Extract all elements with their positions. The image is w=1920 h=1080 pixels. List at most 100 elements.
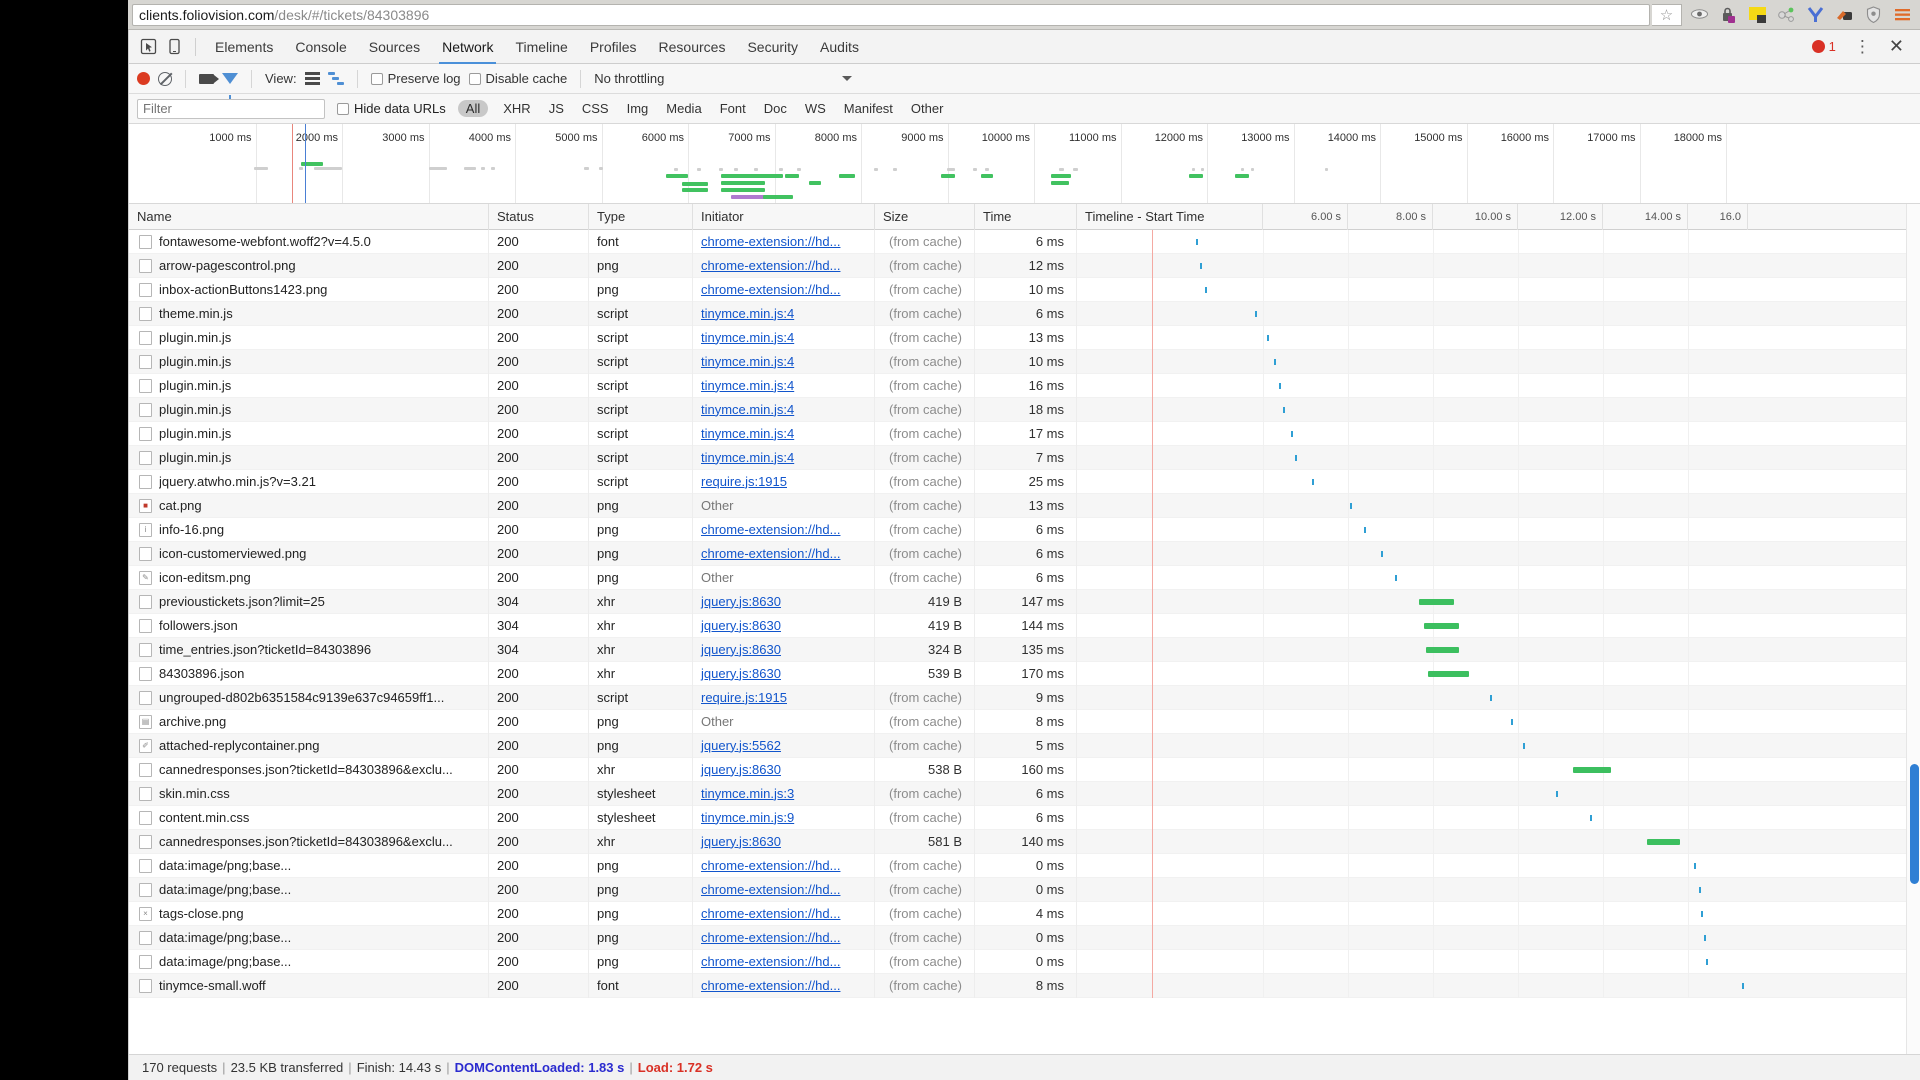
eye-extension-icon[interactable] xyxy=(1690,5,1709,24)
initiator-link[interactable]: chrome-extension://hd... xyxy=(701,546,840,561)
bookmark-star-icon[interactable]: ☆ xyxy=(1652,3,1682,26)
initiator-link[interactable]: jquery.js:8630 xyxy=(701,666,781,681)
cell-name[interactable]: tinymce-small.woff xyxy=(129,973,489,998)
cell-initiator[interactable]: jquery.js:8630 xyxy=(693,661,875,686)
table-row[interactable]: content.min.css 200 stylesheet tinymce.min.… xyxy=(129,805,1920,830)
cell-initiator[interactable]: Other xyxy=(693,493,875,518)
cell-name[interactable]: ✎ icon-editsm.png xyxy=(129,565,489,590)
disable-cache-checkbox[interactable]: Disable cache xyxy=(468,71,567,86)
table-row[interactable]: fontawesome-webfont.woff2?v=4.5.0 200 font… xyxy=(129,230,1920,254)
cell-initiator[interactable]: chrome-extension://hd... xyxy=(693,277,875,302)
filter-type-css[interactable]: CSS xyxy=(579,100,612,117)
table-row[interactable]: previoustickets.json?limit=25 304 xhr jquer… xyxy=(129,589,1920,614)
column-header-timeline[interactable]: Timeline - Start Time xyxy=(1077,203,1263,230)
tab-console[interactable]: Console xyxy=(284,30,357,64)
cell-initiator[interactable]: chrome-extension://hd... xyxy=(693,253,875,278)
cell-name[interactable]: previoustickets.json?limit=25 xyxy=(129,589,489,614)
initiator-link[interactable]: chrome-extension://hd... xyxy=(701,234,840,249)
inspect-element-icon[interactable] xyxy=(135,35,161,59)
camera-icon[interactable] xyxy=(199,73,219,84)
table-row[interactable]: data:image/png;base... 200 png chrome-exten… xyxy=(129,925,1920,950)
clear-icon[interactable] xyxy=(158,71,172,86)
cell-name[interactable]: ▤ archive.png xyxy=(129,709,489,734)
filter-type-other[interactable]: Other xyxy=(908,100,947,117)
table-row[interactable]: cannedresponses.json?ticketId=84303896&e… xyxy=(129,757,1920,782)
cell-name[interactable]: × tags-close.png xyxy=(129,901,489,926)
initiator-link[interactable]: chrome-extension://hd... xyxy=(701,858,840,873)
initiator-link[interactable]: tinymce.min.js:4 xyxy=(701,378,794,393)
table-row[interactable]: jquery.atwho.min.js?v=3.21 200 script requi… xyxy=(129,469,1920,494)
waterfall-view-icon[interactable] xyxy=(327,72,344,85)
toggle-device-toolbar-icon[interactable] xyxy=(161,35,187,59)
initiator-link[interactable]: chrome-extension://hd... xyxy=(701,882,840,897)
cell-name[interactable]: ■ cat.png xyxy=(129,493,489,518)
cell-name[interactable]: arrow-pagescontrol.png xyxy=(129,253,489,278)
vertical-scrollbar[interactable] xyxy=(1906,204,1920,1054)
cell-name[interactable]: content.min.css xyxy=(129,805,489,830)
address-bar[interactable]: clients.foliovision.com/desk/#/tickets/8… xyxy=(132,3,1650,26)
chevron-down-icon[interactable] xyxy=(842,76,852,81)
table-row[interactable]: theme.min.js 200 script tinymce.min.js:4 (fr… xyxy=(129,301,1920,326)
cell-name[interactable]: plugin.min.js xyxy=(129,397,489,422)
close-icon[interactable]: ✕ xyxy=(1879,36,1914,57)
filter-type-doc[interactable]: Doc xyxy=(761,100,790,117)
list-view-icon[interactable] xyxy=(304,72,320,85)
initiator-link[interactable]: jquery.js:8630 xyxy=(701,762,781,777)
table-row[interactable]: data:image/png;base... 200 png chrome-exten… xyxy=(129,949,1920,974)
table-row[interactable]: ✎ icon-editsm.png 200 png Other (from cache) 6… xyxy=(129,565,1920,590)
cell-initiator[interactable]: chrome-extension://hd... xyxy=(693,901,875,926)
tab-profiles[interactable]: Profiles xyxy=(579,30,648,64)
cell-name[interactable]: plugin.min.js xyxy=(129,421,489,446)
cell-name[interactable]: plugin.min.js xyxy=(129,373,489,398)
cell-initiator[interactable]: tinymce.min.js:4 xyxy=(693,373,875,398)
initiator-link[interactable]: require.js:1915 xyxy=(701,690,787,705)
filter-type-manifest[interactable]: Manifest xyxy=(841,100,896,117)
cell-initiator[interactable]: jquery.js:8630 xyxy=(693,613,875,638)
initiator-link[interactable]: tinymce.min.js:4 xyxy=(701,426,794,441)
record-button[interactable] xyxy=(137,72,150,85)
tab-elements[interactable]: Elements xyxy=(204,30,284,64)
initiator-link[interactable]: tinymce.min.js:9 xyxy=(701,810,794,825)
error-count-badge[interactable]: 1 xyxy=(1811,39,1836,54)
cell-initiator[interactable]: tinymce.min.js:4 xyxy=(693,349,875,374)
column-header-time[interactable]: Time xyxy=(975,203,1077,230)
cell-name[interactable]: fontawesome-webfont.woff2?v=4.5.0 xyxy=(129,230,489,254)
table-row[interactable]: × tags-close.png 200 png chrome-extension://… xyxy=(129,901,1920,926)
preserve-log-checkbox[interactable]: Preserve log xyxy=(370,71,461,86)
table-row[interactable]: plugin.min.js 200 script tinymce.min.js:4 (f… xyxy=(129,421,1920,446)
cell-name[interactable]: cannedresponses.json?ticketId=84303896&e… xyxy=(129,757,489,782)
filter-funnel-icon[interactable] xyxy=(222,73,238,99)
menu-hamburger-icon[interactable] xyxy=(1893,5,1912,24)
cell-initiator[interactable]: chrome-extension://hd... xyxy=(693,230,875,254)
table-row[interactable]: plugin.min.js 200 script tinymce.min.js:4 (f… xyxy=(129,373,1920,398)
initiator-link[interactable]: chrome-extension://hd... xyxy=(701,978,840,993)
tab-security[interactable]: Security xyxy=(736,30,809,64)
initiator-link[interactable]: tinymce.min.js:4 xyxy=(701,450,794,465)
table-row[interactable]: 84303896.json 200 xhr jquery.js:8630 539 B 17… xyxy=(129,661,1920,686)
initiator-link[interactable]: tinymce.min.js:3 xyxy=(701,786,794,801)
cell-initiator[interactable]: Other xyxy=(693,709,875,734)
initiator-link[interactable]: chrome-extension://hd... xyxy=(701,930,840,945)
cell-initiator[interactable]: tinymce.min.js:4 xyxy=(693,325,875,350)
yandex-extension-icon[interactable] xyxy=(1806,5,1825,24)
cell-name[interactable]: followers.json xyxy=(129,613,489,638)
scrollbar-thumb[interactable] xyxy=(1910,764,1919,884)
table-row[interactable]: icon-customerviewed.png 200 png chrome-exte… xyxy=(129,541,1920,566)
initiator-link[interactable]: jquery.js:8630 xyxy=(701,642,781,657)
cell-initiator[interactable]: Other xyxy=(693,565,875,590)
tab-audits[interactable]: Audits xyxy=(809,30,870,64)
cell-name[interactable]: theme.min.js xyxy=(129,301,489,326)
filter-type-img[interactable]: Img xyxy=(624,100,652,117)
hide-data-urls-checkbox[interactable]: Hide data URLs xyxy=(337,101,446,116)
cell-initiator[interactable]: chrome-extension://hd... xyxy=(693,517,875,542)
table-row[interactable]: data:image/png;base... 200 png chrome-exten… xyxy=(129,853,1920,878)
cell-initiator[interactable]: tinymce.min.js:4 xyxy=(693,301,875,326)
column-header-initiator[interactable]: Initiator xyxy=(693,203,875,230)
initiator-link[interactable]: tinymce.min.js:4 xyxy=(701,306,794,321)
cell-name[interactable]: data:image/png;base... xyxy=(129,949,489,974)
tab-timeline[interactable]: Timeline xyxy=(504,30,578,64)
initiator-link[interactable]: chrome-extension://hd... xyxy=(701,906,840,921)
cell-name[interactable]: i info-16.png xyxy=(129,517,489,542)
table-row[interactable]: plugin.min.js 200 script tinymce.min.js:4 (f… xyxy=(129,397,1920,422)
cell-name[interactable]: icon-customerviewed.png xyxy=(129,541,489,566)
